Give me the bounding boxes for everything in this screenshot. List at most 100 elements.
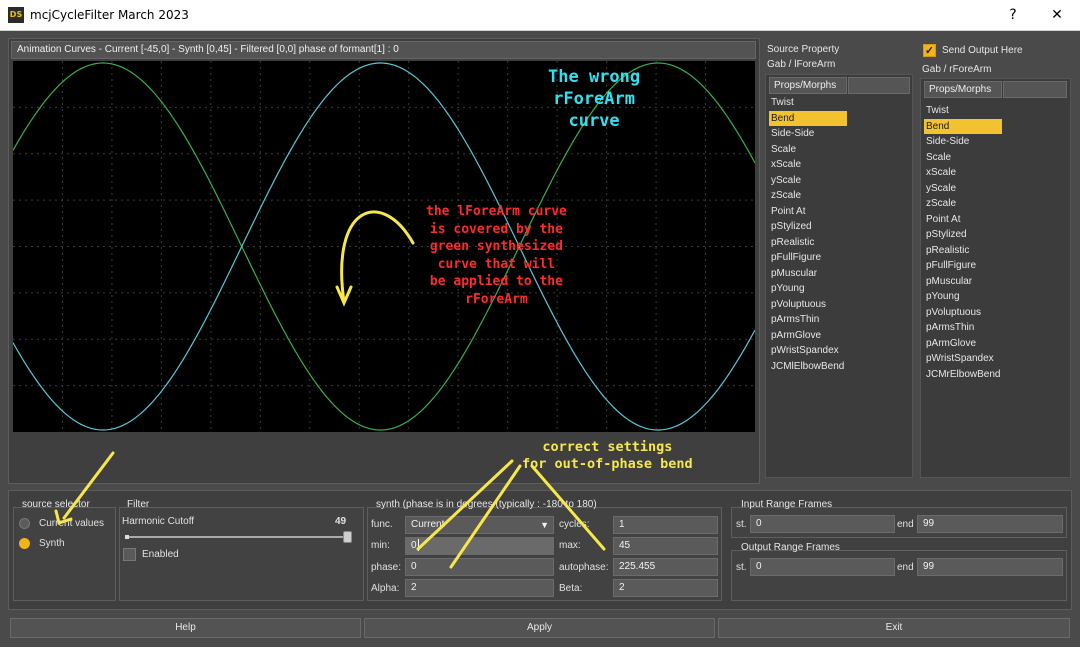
output-item-pyoung[interactable]: pYoung <box>924 289 960 304</box>
filter-enabled-checkbox[interactable] <box>123 548 136 561</box>
source-item-scale[interactable]: Scale <box>769 142 796 157</box>
curve-plot <box>13 61 755 432</box>
help-button[interactable]: Help <box>10 618 361 638</box>
output-item-yscale[interactable]: yScale <box>924 181 956 196</box>
source-item-side-side[interactable]: Side-Side <box>769 126 814 141</box>
apply-button[interactable]: Apply <box>364 618 715 638</box>
source-item-pwristspandex[interactable]: pWristSpandex <box>769 343 839 358</box>
source-item-pfullfigure[interactable]: pFullFigure <box>769 250 821 265</box>
harmonic-cutoff-value: 49 <box>335 516 347 527</box>
source-item-xscale[interactable]: xScale <box>769 157 801 172</box>
min-input-value: 0 <box>411 540 417 551</box>
slider-left-marker <box>125 535 129 539</box>
synth-label: Synth <box>39 538 65 549</box>
phase-input[interactable]: 0 <box>405 558 554 576</box>
current-values-radio[interactable] <box>19 518 30 529</box>
alpha-label: Alpha: <box>371 583 400 594</box>
input-start-label: st. <box>736 519 747 530</box>
filter-title: Filter <box>127 499 150 510</box>
input-end-field[interactable]: 99 <box>917 515 1063 533</box>
animation-curve-graph <box>13 61 755 432</box>
output-item-point-at[interactable]: Point At <box>924 212 960 227</box>
input-range-title: Input Range Frames <box>741 499 833 510</box>
app-icon: DS <box>8 7 24 23</box>
exit-button[interactable]: Exit <box>718 618 1070 638</box>
source-item-pvoluptuous[interactable]: pVoluptuous <box>769 297 826 312</box>
output-start-label: st. <box>736 562 747 573</box>
output-item-twist[interactable]: Twist <box>924 103 949 118</box>
source-item-point-at[interactable]: Point At <box>769 204 805 219</box>
min-label: min: <box>371 540 390 551</box>
graph-header: Animation Curves - Current [-45,0] - Syn… <box>11 41 756 59</box>
cycles-label: cycles: <box>559 519 590 530</box>
send-output-label: Send Output Here <box>942 45 1023 56</box>
help-question-button[interactable]: ? <box>990 0 1036 31</box>
max-input[interactable]: 45 <box>613 537 718 555</box>
output-item-pfullfigure[interactable]: pFullFigure <box>924 258 976 273</box>
source-item-parmglove[interactable]: pArmGlove <box>769 328 821 343</box>
harmonic-cutoff-label: Harmonic Cutoff <box>122 516 195 527</box>
output-item-prealistic[interactable]: pRealistic <box>924 243 969 258</box>
output-item-parmglove[interactable]: pArmGlove <box>924 336 976 351</box>
output-start-field[interactable]: 0 <box>750 558 895 576</box>
output-item-pstylized[interactable]: pStylized <box>924 227 967 242</box>
source-item-bend[interactable]: Bend <box>769 110 847 126</box>
window-title: mcjCycleFilter March 2023 <box>30 8 189 22</box>
output-end-label: end <box>897 562 914 573</box>
autophase-label: autophase: <box>559 562 609 573</box>
source-item-pyoung[interactable]: pYoung <box>769 281 805 296</box>
synth-radio[interactable] <box>19 538 30 549</box>
harmonic-cutoff-slider-handle[interactable] <box>343 531 352 543</box>
source-property-list[interactable]: Props/Morphs Twist Bend Side-Side Scale xSca… <box>765 74 913 478</box>
close-window-button[interactable]: ✕ <box>1034 0 1080 31</box>
source-property-label: Source Property <box>767 44 840 55</box>
output-item-pwristspandex[interactable]: pWristSpandex <box>924 351 994 366</box>
func-label: func. <box>371 519 393 530</box>
source-props-morphs-tab[interactable]: Props/Morphs <box>769 77 847 94</box>
input-end-label: end <box>897 519 914 530</box>
output-item-pmuscular[interactable]: pMuscular <box>924 274 972 289</box>
source-item-parmsthin[interactable]: pArmsThin <box>769 312 819 327</box>
beta-input[interactable]: 2 <box>613 579 718 597</box>
output-item-xscale[interactable]: xScale <box>924 165 956 180</box>
synth-title: synth (phase is in degrees (typically : … <box>376 499 597 510</box>
send-output-checkbox[interactable]: ✓ <box>923 44 936 57</box>
source-actor-label: Gab / lForeArm <box>767 59 836 70</box>
max-label: max: <box>559 540 581 551</box>
output-item-pvoluptuous[interactable]: pVoluptuous <box>924 305 981 320</box>
output-item-scale[interactable]: Scale <box>924 150 951 165</box>
source-item-prealistic[interactable]: pRealistic <box>769 235 814 250</box>
current-values-label: Current values <box>39 518 105 529</box>
alpha-input[interactable]: 2 <box>405 579 554 597</box>
output-item-bend[interactable]: Bend <box>924 118 1002 134</box>
text-cursor <box>417 539 419 552</box>
filter-enabled-label: Enabled <box>142 549 179 560</box>
func-select-value: Current <box>411 519 445 530</box>
output-item-side-side[interactable]: Side-Side <box>924 134 969 149</box>
autophase-input[interactable]: 225.455 <box>613 558 718 576</box>
output-item-zscale[interactable]: zScale <box>924 196 956 211</box>
output-item-parmsthin[interactable]: pArmsThin <box>924 320 974 335</box>
min-input[interactable]: 0 <box>405 537 554 555</box>
cycles-input[interactable]: 1 <box>613 516 718 534</box>
source-item-yscale[interactable]: yScale <box>769 173 801 188</box>
source-item-pmuscular[interactable]: pMuscular <box>769 266 817 281</box>
source-item-twist[interactable]: Twist <box>769 95 794 110</box>
chevron-down-icon: ▼ <box>540 520 549 530</box>
func-select[interactable]: Current ▼ <box>405 516 554 534</box>
output-tab-blank[interactable] <box>1003 81 1067 98</box>
output-actor-label: Gab / rForeArm <box>922 64 992 75</box>
output-range-title: Output Range Frames <box>741 542 840 553</box>
source-selector-title: source selector <box>22 499 90 510</box>
input-start-field[interactable]: 0 <box>750 515 895 533</box>
source-item-jcmlelbowbend[interactable]: JCMlElbowBend <box>769 359 844 374</box>
output-property-list[interactable]: Props/Morphs Twist Bend Side-Side Scale xSca… <box>920 78 1071 478</box>
source-item-pstylized[interactable]: pStylized <box>769 219 812 234</box>
source-tab-blank[interactable] <box>848 77 910 94</box>
output-end-field[interactable]: 99 <box>917 558 1063 576</box>
title-bar: DS mcjCycleFilter March 2023 ? ✕ <box>0 0 1080 31</box>
harmonic-cutoff-track[interactable] <box>125 531 352 543</box>
output-item-jcmrelbowbend[interactable]: JCMrElbowBend <box>924 367 1000 382</box>
output-props-morphs-tab[interactable]: Props/Morphs <box>924 81 1002 98</box>
source-item-zscale[interactable]: zScale <box>769 188 801 203</box>
